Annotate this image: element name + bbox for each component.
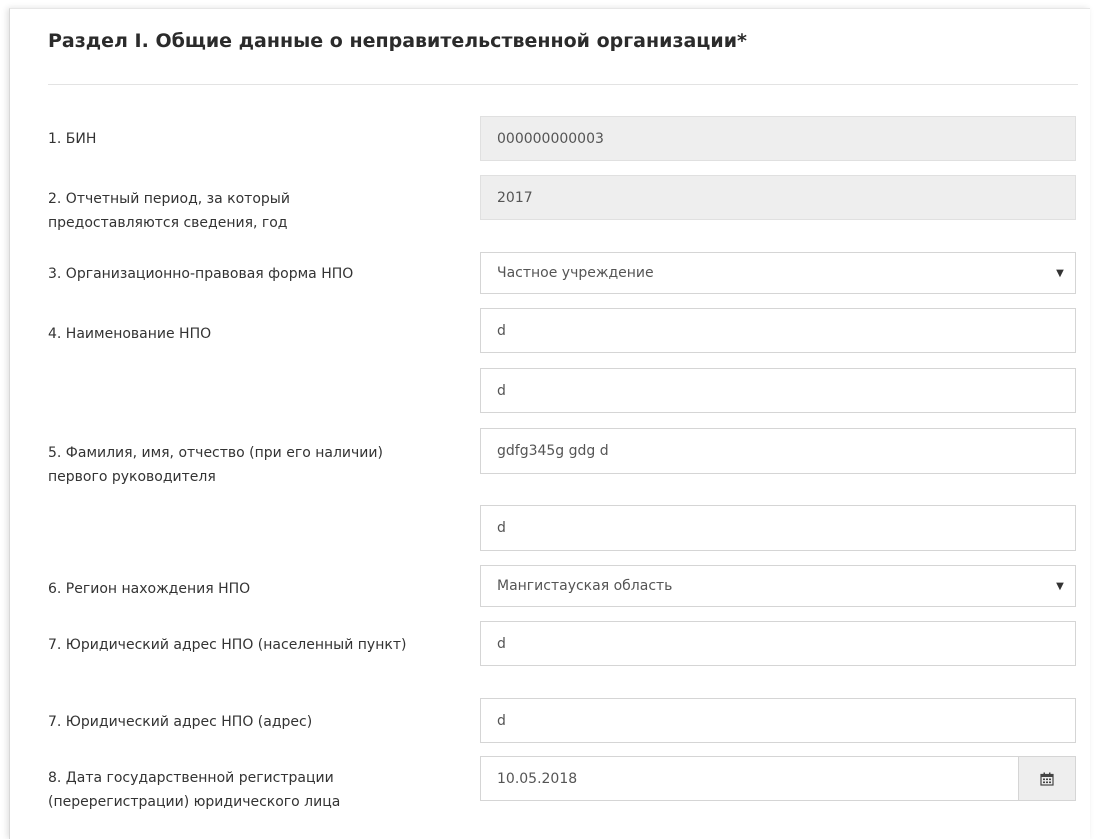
legal-address-value: d: [497, 712, 506, 729]
legal-form-select[interactable]: Частное учреждение ▼: [480, 252, 1076, 294]
registration-date-input[interactable]: 10.05.2018: [480, 756, 1076, 801]
director-input-1[interactable]: gdfg345g gdg d: [480, 428, 1076, 474]
registration-date-value: 10.05.2018: [497, 770, 578, 787]
bin-value: 000000000003: [497, 130, 604, 147]
period-field: 2017: [480, 175, 1076, 220]
legal-locality-input[interactable]: d: [480, 621, 1076, 666]
region-select[interactable]: Мангистауская область ▼: [480, 565, 1076, 607]
label-region: 6. Регион нахождения НПО: [48, 581, 251, 597]
label-legal-form: 3. Организационно-правовая форма НПО: [48, 266, 354, 282]
date-picker-button[interactable]: [1018, 757, 1075, 800]
legal-form-value: Частное учреждение: [497, 265, 654, 281]
label-legal-locality: 7. Юридический адрес НПО (населенный пун…: [48, 637, 407, 653]
director-value-2: d: [497, 520, 506, 536]
label-registration-date: 8. Дата государственной регистрации (пер…: [48, 770, 341, 810]
label-period: 2. Отчетный период, за который предостав…: [48, 191, 290, 231]
name-input-1[interactable]: d: [480, 308, 1076, 353]
label-bin: 1. БИН: [48, 131, 97, 147]
bin-field: 000000000003: [480, 116, 1076, 161]
label-director: 5. Фамилия, имя, отчество (при его налич…: [48, 445, 383, 485]
name-value-2: d: [497, 382, 506, 399]
director-value-1: gdfg345g gdg d: [497, 443, 609, 459]
name-value-1: d: [497, 322, 506, 339]
period-value: 2017: [497, 189, 533, 206]
legal-address-input[interactable]: d: [480, 698, 1076, 743]
name-input-2[interactable]: d: [480, 368, 1076, 413]
label-name: 4. Наименование НПО: [48, 326, 212, 342]
section-title: Раздел I. Общие данные о неправительстве…: [48, 30, 747, 52]
title-divider: [48, 84, 1078, 85]
caret-down-icon: ▼: [1056, 580, 1064, 592]
calendar-icon: [1040, 772, 1054, 786]
legal-locality-value: d: [497, 635, 506, 652]
director-input-2[interactable]: d: [480, 505, 1076, 551]
label-legal-address: 7. Юридический адрес НПО (адрес): [48, 714, 313, 730]
region-value: Мангистауская область: [497, 578, 673, 594]
caret-down-icon: ▼: [1056, 267, 1064, 279]
